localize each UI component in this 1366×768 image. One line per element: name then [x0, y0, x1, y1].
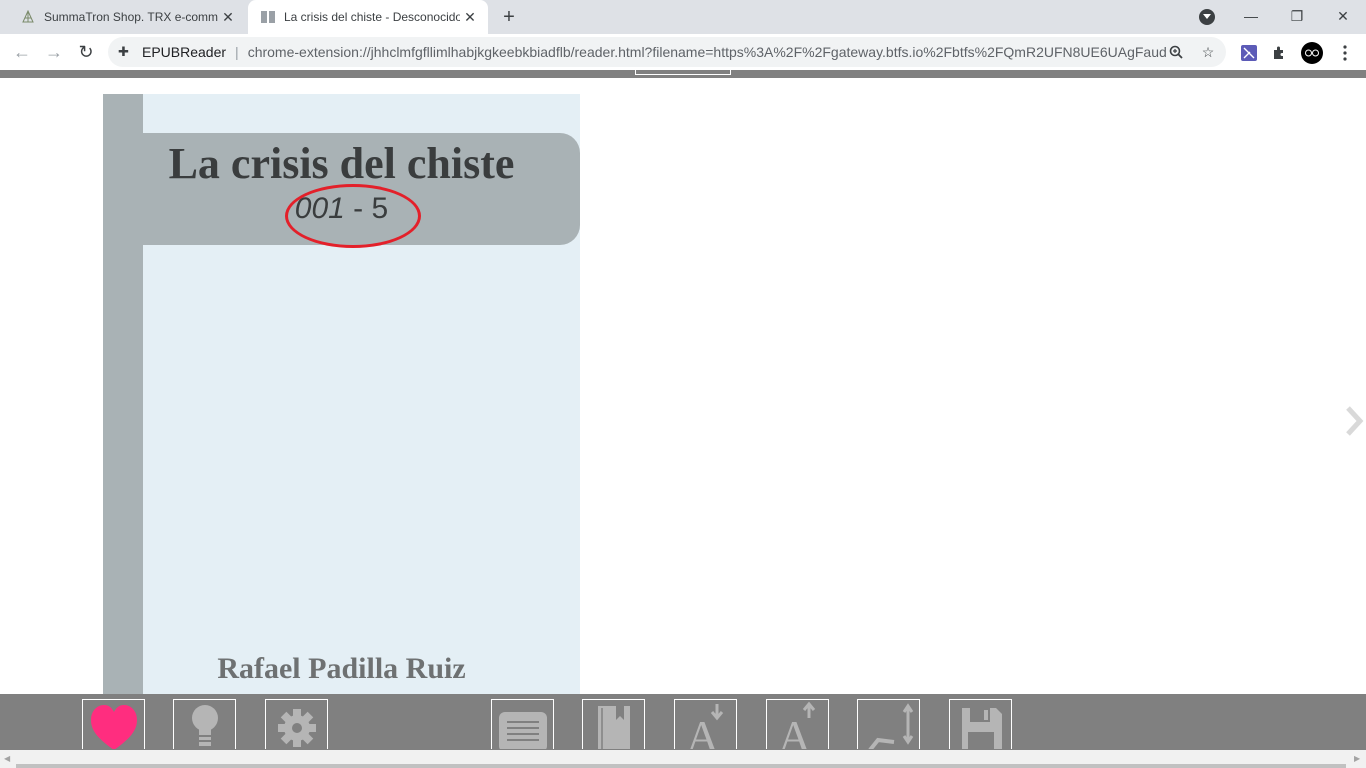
tab-title: La crisis del chiste - Desconocido: [284, 10, 460, 24]
tab-title: SummaTron Shop. TRX e-comme: [44, 10, 218, 24]
reload-icon[interactable]: ↻: [74, 40, 98, 64]
table-of-contents-button[interactable]: [491, 699, 554, 749]
zoom-icon[interactable]: [1167, 43, 1185, 61]
close-window-icon[interactable]: ✕: [1328, 4, 1358, 28]
tab-search-icon[interactable]: [1199, 9, 1215, 25]
tab-la-crisis[interactable]: La crisis del chiste - Desconocido ✕: [248, 0, 488, 34]
scrollbar-thumb[interactable]: [16, 764, 1346, 768]
address-bar[interactable]: ✚ EPUBReader | chrome-extension://jhhclm…: [108, 37, 1226, 67]
lightbulb-icon: [185, 700, 225, 749]
menu-icon[interactable]: [1334, 42, 1356, 64]
address-url[interactable]: chrome-extension://jhhclmfgfllimlhabjkgk…: [248, 44, 1168, 60]
extensions-icon[interactable]: [1268, 42, 1290, 64]
new-tab-button[interactable]: +: [498, 6, 520, 28]
line-spacing-button[interactable]: [857, 699, 920, 749]
font-decrease-button[interactable]: A: [674, 699, 737, 749]
bookmark-star-icon[interactable]: ☆: [1199, 43, 1217, 61]
book-author: Rafael Padilla Ruiz: [217, 652, 466, 685]
forward-icon[interactable]: →: [42, 40, 66, 64]
save-button[interactable]: [949, 699, 1012, 749]
heart-icon: [87, 700, 141, 749]
book-title: La crisis del chiste: [168, 139, 515, 188]
gear-icon: [275, 700, 319, 749]
tab-summatron[interactable]: SummaTron Shop. TRX e-comme ✕: [8, 0, 246, 34]
scroll-left-icon[interactable]: ◀: [4, 754, 10, 763]
browser-toolbar: ← → ↻ ✚ EPUBReader | chrome-extension://…: [0, 34, 1366, 70]
line-spacing-icon: [864, 700, 914, 749]
close-tab-icon[interactable]: ✕: [218, 7, 238, 27]
back-icon[interactable]: ←: [10, 40, 34, 64]
bookmark-button[interactable]: [582, 699, 645, 749]
horizontal-scrollbar[interactable]: ◀ ▶: [0, 750, 1366, 768]
puzzle-icon: ✚: [118, 44, 129, 59]
extension-reader-icon[interactable]: [1238, 42, 1260, 64]
bookmark-icon: [592, 700, 636, 749]
settings-button[interactable]: [265, 699, 328, 749]
lightbulb-button[interactable]: [173, 699, 236, 749]
table-of-contents-icon: [495, 700, 551, 749]
font-decrease-icon: A: [681, 700, 731, 749]
svg-text:A: A: [778, 711, 811, 749]
heart-button[interactable]: [82, 699, 145, 749]
site-name: EPUBReader: [142, 44, 227, 60]
save-icon: [956, 700, 1006, 749]
close-tab-icon[interactable]: ✕: [460, 7, 480, 27]
restore-icon[interactable]: ❐: [1282, 4, 1312, 28]
font-increase-button[interactable]: A: [766, 699, 829, 749]
address-separator: |: [235, 44, 239, 60]
reader-top-handle[interactable]: [635, 70, 731, 75]
profile-avatar[interactable]: [1301, 42, 1323, 64]
minimize-icon[interactable]: —: [1236, 4, 1266, 28]
next-page-arrow-icon[interactable]: [1340, 402, 1366, 442]
font-increase-icon: A: [773, 700, 823, 749]
annotation-circle: [285, 184, 421, 248]
summatron-icon: [20, 9, 36, 25]
cover-spine: [103, 94, 143, 694]
scroll-right-icon[interactable]: ▶: [1354, 754, 1360, 763]
book-icon: [260, 9, 276, 25]
tab-strip: SummaTron Shop. TRX e-comme ✕ La crisis …: [0, 0, 1366, 34]
